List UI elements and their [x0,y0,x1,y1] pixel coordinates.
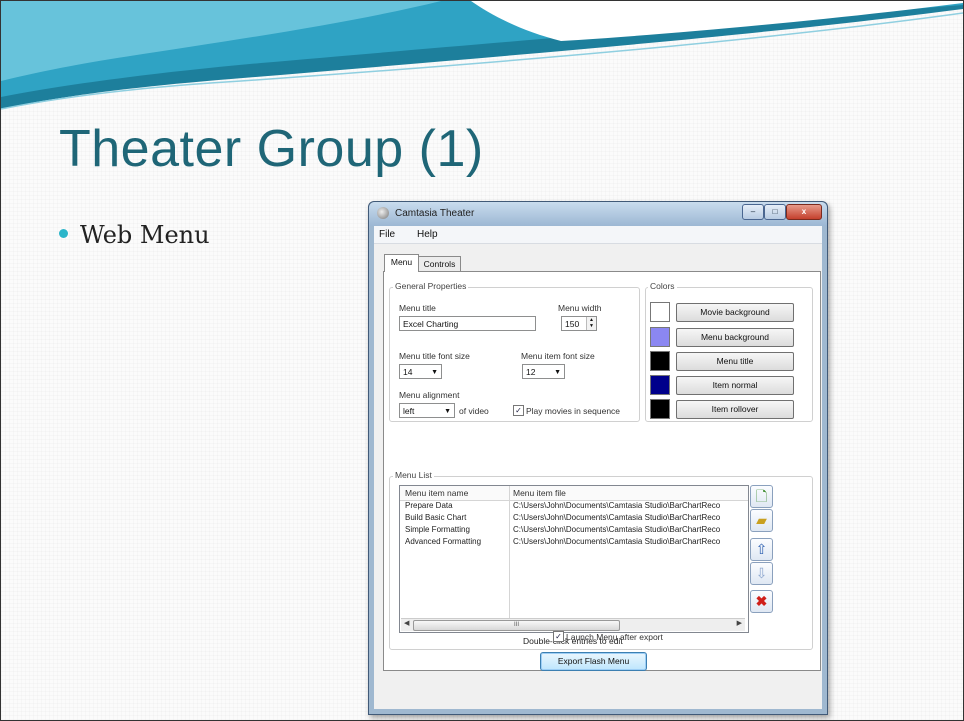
menu-list-table[interactable]: Menu item name Menu item file Prepare Da… [399,485,749,633]
movie-background-button[interactable]: Movie background [676,303,794,322]
delete-x-icon: ✖ [755,593,768,609]
title-font-size-label: Menu title font size [399,351,470,361]
spin-arrows-icon[interactable]: ▲ ▼ [586,317,596,330]
export-flash-menu-button[interactable]: Export Flash Menu [540,652,647,671]
item-normal-swatch[interactable] [650,375,670,395]
menu-title-label: Menu title [399,303,436,313]
item-rollover-button[interactable]: Item rollover [676,400,794,419]
of-video-label: of video [459,406,489,416]
menu-help[interactable]: Help [417,229,438,240]
menu-alignment-value: left [403,406,415,416]
menu-title-input[interactable]: Excel Charting [399,316,536,331]
menu-background-button[interactable]: Menu background [676,328,794,347]
menu-tab-panel: General Properties Menu title Excel Char… [383,271,821,671]
scroll-thumb[interactable]: III [413,620,620,631]
menu-file[interactable]: File [379,229,395,240]
move-down-button[interactable]: ⇩ [750,562,773,585]
menu-width-label: Menu width [558,303,602,313]
window-titlebar[interactable]: Camtasia Theater – □ x [369,202,827,226]
horizontal-scrollbar[interactable]: ◀ III ▶ [401,618,745,631]
play-sequence-label: Play movies in sequence [526,406,621,416]
add-document-icon: 🗋 [755,488,768,504]
cell-name: Advanced Formatting [405,537,482,546]
bullet-text: Web Menu [80,221,210,249]
menu-alignment-label: Menu alignment [399,390,460,400]
menu-background-swatch[interactable] [650,327,670,347]
scroll-left-icon[interactable]: ◀ [404,619,409,627]
column-header-name[interactable]: Menu item name [405,488,468,498]
cell-file: C:\Users\John\Documents\Camtasia Studio\… [513,501,721,510]
title-font-size-select[interactable]: 14 ▼ [399,364,442,379]
column-header-file[interactable]: Menu item file [513,488,566,498]
cell-name: Prepare Data [405,501,453,510]
cell-name: Build Basic Chart [405,513,467,522]
bullet-dot-icon [59,229,68,238]
tab-menu[interactable]: Menu [384,254,419,272]
bullet-item: Web Menu [59,221,210,249]
item-rollover-swatch[interactable] [650,399,670,419]
maximize-button[interactable]: □ [764,204,786,220]
table-row[interactable]: Build Basic Chart C:\Users\John\Documents… [400,513,748,525]
close-button[interactable]: x [786,204,822,220]
table-header: Menu item name Menu item file [400,486,748,501]
minimize-button[interactable]: – [742,204,764,220]
window-client: File Help Menu Controls General Properti… [374,226,822,709]
header-swoosh [1,1,963,110]
arrow-down-icon: ⇩ [755,565,768,581]
colors-label: Colors [648,281,677,291]
menu-width-stepper[interactable]: 150 ▲ ▼ [561,316,597,331]
dropdown-arrow-icon: ▼ [554,369,561,376]
slide-title: Theater Group (1) [59,120,484,178]
cell-file: C:\Users\John\Documents\Camtasia Studio\… [513,513,721,522]
menu-list-label: Menu List [393,470,434,480]
menu-width-value: 150 [565,319,580,329]
cell-file: C:\Users\John\Documents\Camtasia Studio\… [513,537,721,546]
table-row[interactable]: Simple Formatting C:\Users\John\Documents… [400,525,748,537]
camtasia-theater-window: Camtasia Theater – □ x File Help Menu Co… [368,201,828,715]
tab-controls[interactable]: Controls [418,256,461,272]
cell-file: C:\Users\John\Documents\Camtasia Studio\… [513,525,721,534]
item-font-size-label: Menu item font size [521,351,595,361]
table-row[interactable]: Advanced Formatting C:\Users\John\Documen… [400,537,748,549]
add-folder-button[interactable]: ▰ [750,509,773,532]
item-normal-button[interactable]: Item normal [676,376,794,395]
add-item-button[interactable]: 🗋 [750,485,773,508]
menu-alignment-select[interactable]: left ▼ [399,403,455,418]
launch-after-export-checkbox[interactable]: ✓ [553,631,564,642]
menu-title-swatch[interactable] [650,351,670,371]
window-title: Camtasia Theater [395,208,475,219]
item-font-size-select[interactable]: 12 ▼ [522,364,565,379]
menu-bar: File Help [374,226,822,244]
folder-add-icon: ▰ [756,512,767,528]
app-icon [377,207,389,219]
title-font-size-value: 14 [403,367,413,377]
move-up-button[interactable]: ⇧ [750,538,773,561]
slide: Theater Group (1) Web Menu Camtasia Thea… [0,0,964,721]
movie-background-swatch[interactable] [650,302,670,322]
dropdown-arrow-icon: ▼ [431,369,438,376]
play-sequence-checkbox[interactable]: ✓ [513,405,524,416]
menu-title-button[interactable]: Menu title [676,352,794,371]
table-row[interactable]: Prepare Data C:\Users\John\Documents\Camt… [400,501,748,513]
scroll-right-icon[interactable]: ▶ [737,619,742,627]
arrow-up-icon: ⇧ [755,541,768,557]
item-font-size-value: 12 [526,367,536,377]
launch-after-export-label: Launch Menu after export [566,632,663,642]
cell-name: Simple Formatting [405,525,470,534]
dropdown-arrow-icon: ▼ [444,408,451,415]
delete-item-button[interactable]: ✖ [750,590,773,613]
general-properties-label: General Properties [393,281,469,291]
